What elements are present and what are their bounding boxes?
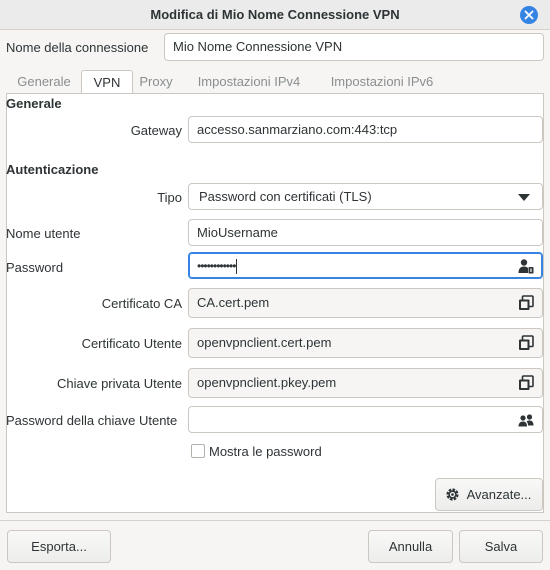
users-icon[interactable] — [518, 412, 534, 428]
type-label: Tipo — [157, 190, 182, 205]
user-cert-label: Certificato Utente — [81, 336, 182, 351]
footer-separator — [0, 520, 550, 521]
connection-name-input[interactable]: Mio Nome Connessione VPN — [164, 33, 544, 61]
auth-heading: Autenticazione — [6, 162, 99, 177]
chevron-down-icon — [518, 194, 530, 201]
show-passwords-checkbox[interactable] — [191, 444, 205, 458]
export-button[interactable]: Esporta... — [7, 530, 111, 563]
general-heading: Generale — [6, 96, 62, 111]
text-cursor — [236, 259, 238, 275]
copy-file-icon[interactable] — [518, 335, 534, 351]
window-title: Modifica di Mio Nome Connessione VPN — [150, 7, 400, 22]
close-button[interactable] — [520, 6, 538, 24]
auth-type-select[interactable]: Password con certificati (TLS) — [188, 183, 543, 210]
close-icon — [524, 10, 534, 20]
advanced-button[interactable]: Avanzate... — [435, 478, 543, 511]
user-key-label: Chiave privata Utente — [56, 376, 182, 391]
user-cert-input[interactable]: openvpnclient.cert.pem — [188, 328, 543, 358]
tab-ipv4[interactable]: Impostazioni IPv4 — [186, 70, 312, 94]
copy-file-icon[interactable] — [518, 375, 534, 391]
tab-generale[interactable]: Generale — [6, 70, 82, 94]
gateway-input[interactable]: accesso.sanmarziano.com:443:tcp — [188, 116, 543, 143]
gear-icon — [446, 488, 459, 501]
cancel-button[interactable]: Annulla — [368, 530, 453, 563]
key-password-input[interactable] — [188, 406, 543, 433]
save-button[interactable]: Salva — [459, 530, 543, 563]
password-input[interactable]: •••••••••••• — [188, 252, 543, 279]
tab-ipv6[interactable]: Impostazioni IPv6 — [318, 70, 446, 94]
show-passwords-label[interactable]: Mostra le password — [209, 444, 322, 459]
user-key-input[interactable]: openvpnclient.pkey.pem — [188, 368, 543, 398]
username-label: Nome utente — [6, 226, 81, 241]
copy-file-icon[interactable] — [518, 295, 534, 311]
ca-file-input[interactable]: CA.cert.pem — [188, 288, 543, 318]
user-key-icon[interactable] — [518, 258, 534, 274]
password-label: Password — [6, 260, 64, 275]
connection-name-label: Nome della connessione — [6, 40, 149, 55]
ca-label: Certificato CA — [101, 296, 182, 311]
gateway-label: Gateway — [130, 123, 182, 138]
title-bar: Modifica di Mio Nome Connessione VPN — [0, 0, 550, 30]
username-input[interactable]: MioUsername — [188, 219, 543, 246]
tab-vpn[interactable]: VPN — [81, 70, 133, 94]
tab-proxy[interactable]: Proxy — [133, 70, 179, 94]
key-password-label: Password della chiave Utente — [6, 413, 178, 428]
